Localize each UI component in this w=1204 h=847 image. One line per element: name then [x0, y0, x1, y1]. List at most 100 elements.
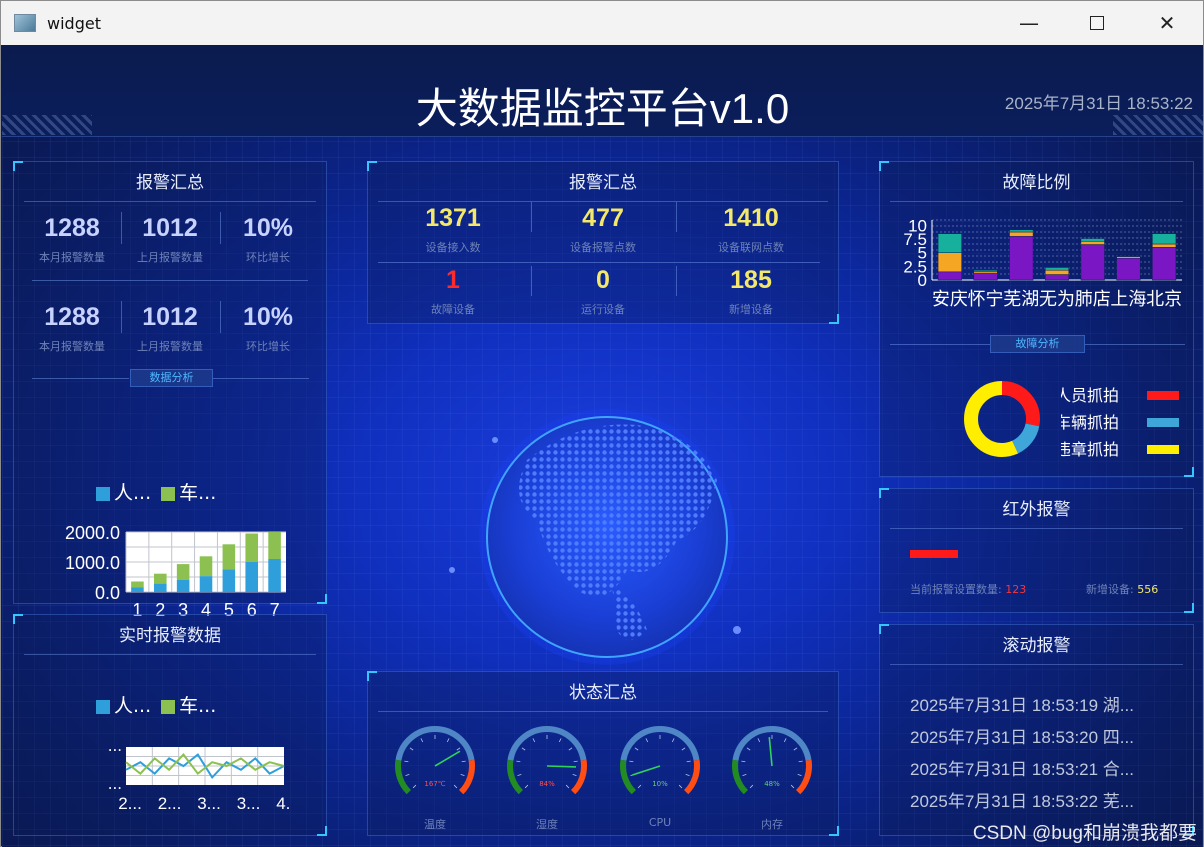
gauge-needle — [434, 750, 461, 767]
stat-label: 上月报警数量 — [137, 340, 203, 353]
y-tick-label: 2000.0 — [65, 524, 120, 543]
bar — [199, 576, 213, 592]
alarm-line: 2025年7月31日 18:53:19 湖... — [910, 696, 1134, 715]
gauge-tick — [521, 747, 526, 751]
legend-label: 违章抓拍 — [1061, 440, 1120, 459]
bar — [1152, 233, 1177, 245]
panel-title: 故障比例 — [890, 172, 1183, 202]
dashboard: 大数据监控平台v1.0 2025年7月31日 18:53:22 报警汇总 128… — [2, 45, 1203, 847]
gauge-arc — [458, 759, 475, 795]
stat-value: 1288 — [44, 214, 100, 242]
new-device-label: 新增设备: — [1086, 583, 1134, 596]
gauge-arc — [683, 759, 700, 795]
gauge-tick — [409, 747, 414, 751]
gauge-readout: 10% — [652, 780, 668, 788]
bar — [1044, 267, 1070, 271]
legend-label: 车... — [179, 482, 217, 504]
stat-label: 环比增长 — [246, 251, 290, 264]
gauge-readout: 84% — [539, 780, 555, 788]
gauge-arc — [732, 759, 749, 795]
x-tick-label: 怀宁 — [968, 289, 1004, 309]
gauge-tick — [460, 773, 465, 776]
gauge-tick — [405, 773, 410, 776]
gauge-label: 温度 — [424, 818, 446, 831]
bar — [973, 269, 998, 273]
stat-label: 设备报警点数 — [570, 241, 636, 254]
bar — [245, 533, 258, 562]
legend-swatch — [1147, 418, 1179, 427]
stat-value: 1012 — [142, 303, 198, 331]
gauge-tick — [634, 747, 639, 751]
gauge-arc — [570, 759, 587, 795]
bar — [1080, 244, 1105, 281]
bar — [1009, 231, 1034, 237]
bar — [937, 252, 962, 273]
y-tick-label: ... — [108, 775, 122, 793]
stat-label: 本月报警数量 — [39, 251, 105, 264]
gauge-arc — [620, 726, 700, 761]
bar — [222, 544, 236, 570]
gauge-tick — [797, 773, 802, 776]
data-analysis-tab[interactable]: 数据分析 — [130, 369, 213, 387]
gauge-tick — [456, 747, 461, 751]
bar — [1152, 243, 1177, 248]
legend-label: 人... — [114, 695, 152, 717]
gauge-needle — [768, 737, 773, 767]
x-tick-label: 无为 — [1039, 289, 1075, 309]
stat-value: 10% — [242, 214, 294, 242]
gauge-tick — [420, 738, 424, 743]
bar — [1080, 241, 1105, 245]
gauge-readout: 48% — [764, 780, 780, 788]
stat-label: 设备接入数 — [425, 241, 481, 254]
gauge-tick — [685, 773, 690, 776]
gauge-arc — [507, 759, 524, 795]
globe-graphic — [449, 409, 741, 665]
clock: 2025年7月31日 18:53:22 — [1004, 94, 1193, 113]
x-tick-label: 2... — [158, 794, 182, 813]
gauge-arc — [395, 759, 412, 795]
y-tick-label: 1000.0 — [65, 553, 120, 573]
status-summary-panel: 状态汇总 167℃ 84% 10% 48% 温度 湿度 CPU 内存 — [367, 671, 839, 836]
gauge-tick — [568, 747, 573, 751]
gauge-tick — [686, 760, 691, 763]
stat-label: 环比增长 — [246, 340, 290, 353]
x-tick-label: 3... — [237, 794, 261, 813]
minimize-icon[interactable]: — — [1006, 1, 1052, 45]
gauge-arc — [507, 726, 587, 761]
close-icon[interactable]: ✕ — [1144, 1, 1190, 45]
stat-value: 0 — [596, 266, 610, 294]
legend-swatch — [161, 486, 176, 501]
gauge-tick — [565, 784, 570, 789]
maximize-icon[interactable] — [1074, 1, 1120, 45]
gauge-tick — [517, 773, 522, 776]
gauge-arc — [795, 759, 812, 795]
panel-title: 状态汇总 — [378, 682, 828, 712]
bar — [176, 580, 190, 592]
panel-title: 实时报警数据 — [24, 625, 316, 655]
gauge-tick — [446, 738, 450, 743]
gauge-arc — [732, 726, 812, 761]
fault-analysis-tab[interactable]: 故障分析 — [990, 335, 1085, 353]
x-tick-label: 2... — [118, 794, 142, 813]
gauge-tick — [572, 773, 577, 776]
gauge-tick — [412, 784, 417, 789]
y-tick-label: ... — [108, 743, 122, 755]
gauge-needle — [632, 765, 661, 776]
stat-value: 1012 — [142, 214, 198, 242]
gauge-tick — [671, 738, 675, 743]
gauge-readout: 167℃ — [424, 780, 445, 788]
stat-label: 故障设备 — [431, 303, 475, 316]
bar — [973, 273, 998, 281]
infrared-alarm-panel: 红外报警 当前报警设置数量: 123 新增设备: 556 — [879, 488, 1194, 613]
x-tick-label: 肺店 — [1075, 289, 1111, 309]
bar — [268, 532, 281, 559]
gauge-label: 内存 — [761, 818, 783, 831]
chart-legend: 人... 车... — [96, 478, 216, 505]
gauge-arc — [395, 726, 475, 761]
stat-value: 1371 — [425, 204, 481, 232]
x-tick-label: 3... — [197, 794, 221, 813]
stat-label: 设备联网点数 — [718, 241, 784, 254]
gauge-tick — [742, 773, 747, 776]
legend-swatch — [1147, 391, 1179, 400]
gauge-tick — [461, 760, 466, 763]
